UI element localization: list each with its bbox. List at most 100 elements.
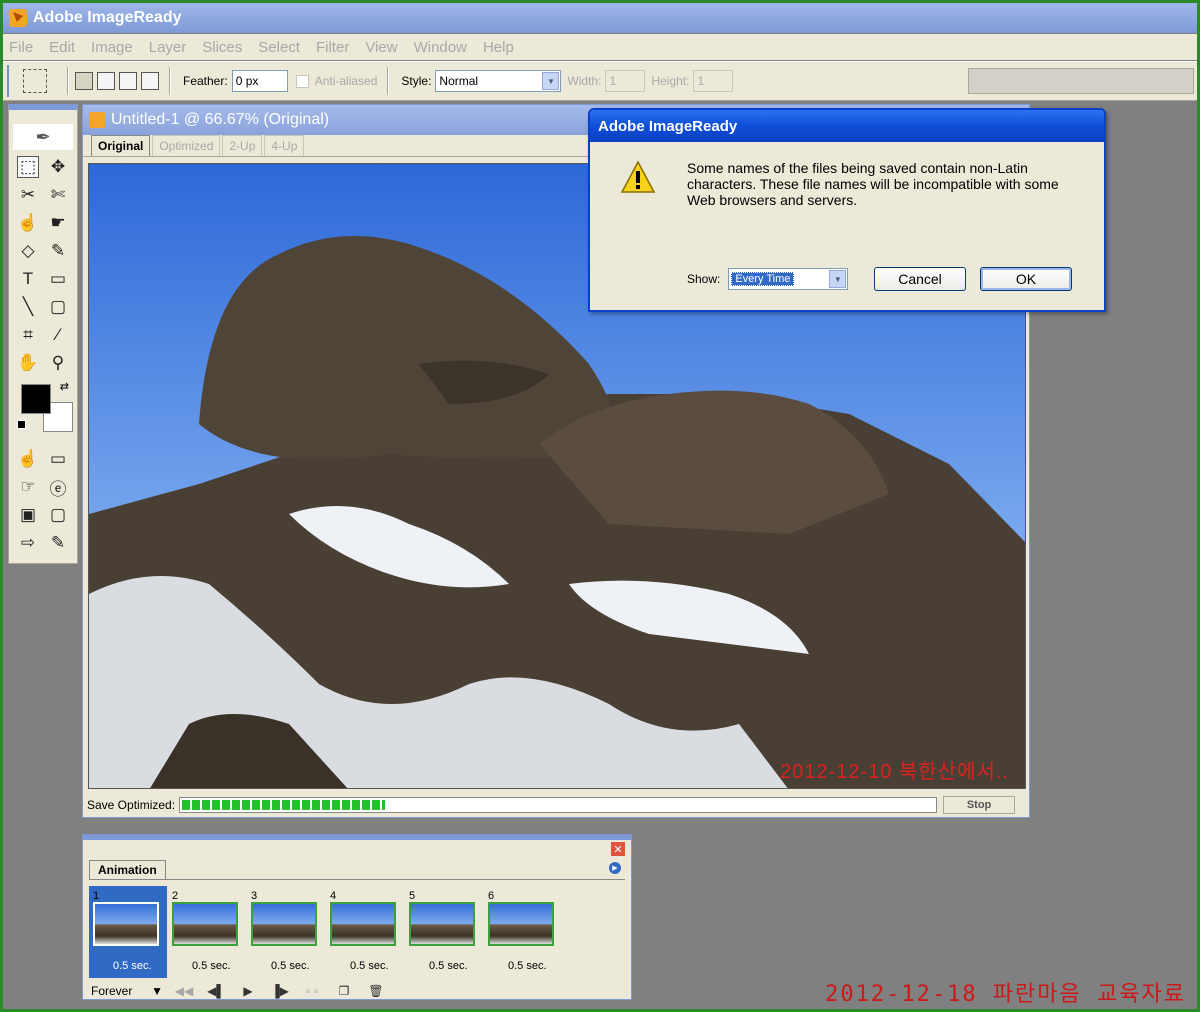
jump-to-photoshop-icon[interactable]: ⇨ xyxy=(17,532,39,554)
menu-file[interactable]: File xyxy=(9,39,33,56)
new-selection-button[interactable] xyxy=(75,72,93,90)
type-icon[interactable]: T xyxy=(17,268,39,290)
app-title: Adobe ImageReady xyxy=(33,9,182,26)
frame-delay[interactable]: 0.5 sec. xyxy=(429,960,468,972)
tab-2-up[interactable]: 2-Up xyxy=(222,135,263,156)
feather-input[interactable]: 0 px xyxy=(231,70,288,92)
foreground-color-swatch[interactable] xyxy=(21,384,51,414)
duplicate-frame-icon[interactable]: ❐ xyxy=(333,983,355,999)
add-selection-button[interactable] xyxy=(97,72,115,90)
close-icon[interactable]: ✕ xyxy=(611,842,625,856)
palette-menu-icon[interactable]: ▶ xyxy=(609,862,621,874)
imageready-logo-icon[interactable]: ✒ xyxy=(13,124,73,150)
previous-frame-icon[interactable]: ◀▌ xyxy=(205,983,227,999)
default-colors-icon[interactable] xyxy=(17,420,26,429)
menu-help[interactable]: Help xyxy=(483,39,514,56)
hand-cursor-icon[interactable]: ☛ xyxy=(47,212,69,234)
tab-animation[interactable]: Animation xyxy=(89,860,166,879)
browser-preview-icon[interactable]: ⓔ xyxy=(47,476,69,499)
frame-delay[interactable]: 0.5 sec. xyxy=(192,960,231,972)
screen-mode-2-icon[interactable]: ▢ xyxy=(47,504,69,526)
brush-icon[interactable]: ✎ xyxy=(47,240,69,262)
animation-frames: 1 0.5 sec. 2 0.5 sec. 3 0.5 sec. 4 0.5 s… xyxy=(89,886,625,982)
menu-select[interactable]: Select xyxy=(258,39,300,56)
loop-select[interactable]: Forever ▼ xyxy=(89,983,163,999)
rectangle-icon[interactable]: ▭ xyxy=(47,268,69,290)
app-title-bar: Adobe ImageReady xyxy=(3,3,1197,33)
animation-frame[interactable]: 6 0.5 sec. xyxy=(484,886,562,978)
tab-original[interactable]: Original xyxy=(91,135,151,156)
animation-frame[interactable]: 3 0.5 sec. xyxy=(247,886,325,978)
animation-frame[interactable]: 2 0.5 sec. xyxy=(168,886,246,978)
menu-view[interactable]: View xyxy=(365,39,397,56)
toggle-image-map-icon[interactable]: ▭ xyxy=(47,448,69,470)
tween-icon[interactable]: ∘∘ xyxy=(301,983,323,999)
zoom-icon[interactable]: ⚲ xyxy=(47,352,69,374)
anti-aliased-checkbox[interactable] xyxy=(295,74,309,88)
tab-optimized[interactable]: Optimized xyxy=(152,135,221,156)
animation-frame[interactable]: 1 0.5 sec. xyxy=(89,886,167,978)
play-icon[interactable]: ▶ xyxy=(237,983,259,999)
frame-thumbnail xyxy=(330,902,396,946)
menu-image[interactable]: Image xyxy=(91,39,133,56)
tab-4-up[interactable]: 4-Up xyxy=(264,135,305,156)
crop-icon[interactable]: ⌗ xyxy=(17,324,39,346)
save-progress-fill xyxy=(182,800,386,810)
slice-select-icon[interactable]: ✄ xyxy=(47,184,69,206)
divider xyxy=(169,67,171,95)
menu-filter[interactable]: Filter xyxy=(316,39,349,56)
show-label: Show: xyxy=(687,272,721,286)
rounded-rect-icon[interactable]: ▢ xyxy=(47,296,69,318)
frame-delay[interactable]: 0.5 sec. xyxy=(271,960,310,972)
slice-icon[interactable]: ✂ xyxy=(17,184,39,206)
ok-button[interactable]: OK xyxy=(980,267,1072,291)
menu-slices[interactable]: Slices xyxy=(202,39,242,56)
style-select[interactable]: Normal ▼ xyxy=(435,70,562,92)
options-bar-grip[interactable] xyxy=(7,65,13,97)
width-input[interactable]: 1 xyxy=(605,70,646,92)
subtract-selection-button[interactable] xyxy=(119,72,137,90)
eraser-icon[interactable]: ◇ xyxy=(17,240,39,262)
frame-delay[interactable]: 0.5 sec. xyxy=(508,960,547,972)
dialog-title-bar[interactable]: Adobe ImageReady xyxy=(590,110,1104,142)
frame-delay[interactable]: 0.5 sec. xyxy=(113,960,152,972)
frame-delay[interactable]: 0.5 sec. xyxy=(350,960,389,972)
hand-icon[interactable]: ✋ xyxy=(17,352,39,374)
chevron-down-icon[interactable]: ▼ xyxy=(542,72,560,90)
palette-well[interactable] xyxy=(968,68,1194,94)
frame-thumbnail xyxy=(488,902,554,946)
frame-number: 4 xyxy=(330,890,337,902)
menu-window[interactable]: Window xyxy=(414,39,467,56)
menu-edit[interactable]: Edit xyxy=(49,39,75,56)
chevron-down-icon[interactable]: ▼ xyxy=(151,984,163,998)
intersect-selection-button[interactable] xyxy=(141,72,159,90)
frame-thumbnail xyxy=(93,902,159,946)
rollover-icon[interactable]: ☝ xyxy=(17,212,39,234)
warning-icon xyxy=(620,160,656,193)
marquee-icon[interactable]: ⬚ xyxy=(17,156,39,178)
menu-layer[interactable]: Layer xyxy=(149,39,187,56)
show-select[interactable]: Every Time ▼ xyxy=(728,268,849,290)
line-icon[interactable]: ╲ xyxy=(17,296,39,318)
height-input[interactable]: 1 xyxy=(693,70,734,92)
tool-preset-marquee-icon[interactable] xyxy=(23,69,47,93)
next-frame-icon[interactable]: ▐▶ xyxy=(269,983,291,999)
swap-colors-icon[interactable]: ⇄ xyxy=(60,380,69,393)
screen-mode-icon[interactable]: ▣ xyxy=(17,504,39,526)
animation-frame[interactable]: 4 0.5 sec. xyxy=(326,886,404,978)
first-frame-icon[interactable]: ◀◀ xyxy=(173,983,195,999)
move-icon[interactable]: ✥ xyxy=(47,156,69,178)
stop-button[interactable]: Stop xyxy=(943,796,1016,814)
image-map-icon[interactable]: ☝ xyxy=(17,448,39,470)
frame-thumbnail xyxy=(172,902,238,946)
footer-caption: 2012-12-18 파란마음 교육자료 xyxy=(825,982,1186,1007)
chevron-down-icon[interactable]: ▼ xyxy=(829,270,847,288)
animation-frame[interactable]: 5 0.5 sec. xyxy=(405,886,483,978)
preview-icon[interactable]: ☞ xyxy=(17,476,39,498)
eyedropper-icon[interactable]: ⁄ xyxy=(47,324,69,346)
cancel-button[interactable]: Cancel xyxy=(874,267,966,291)
animation-palette: ✕ Animation ▶ 1 0.5 sec. 2 0.5 sec. 3 0.… xyxy=(82,834,632,1000)
trash-icon[interactable]: 🗑 xyxy=(365,983,387,999)
animation-controls: Forever ▼ ◀◀ ◀▌ ▶ ▐▶ ∘∘ ❐ 🗑 xyxy=(89,982,625,1000)
edit-icon[interactable]: ✎ xyxy=(47,532,69,554)
